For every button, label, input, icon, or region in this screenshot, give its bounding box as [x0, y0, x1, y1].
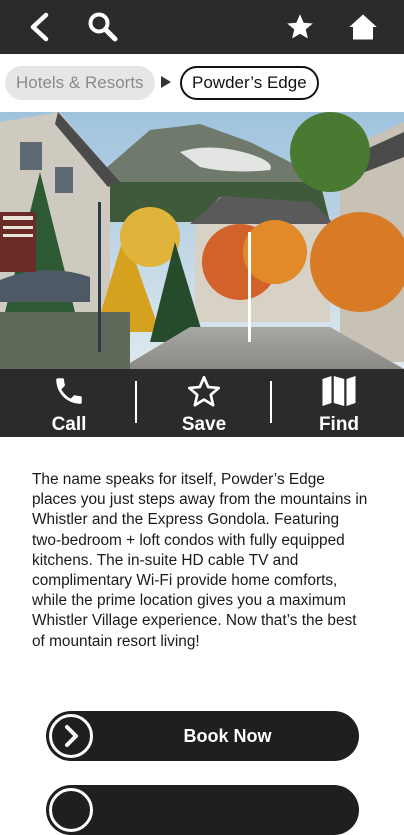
find-button[interactable]: Find — [284, 369, 394, 437]
secondary-button-icon-circle — [49, 788, 93, 832]
breadcrumb: Hotels & Resorts Powder’s Edge — [0, 54, 404, 112]
breadcrumb-separator-icon — [161, 76, 171, 88]
star-outline-icon — [187, 375, 221, 407]
home-icon — [349, 14, 377, 40]
save-button[interactable]: Save — [149, 369, 259, 437]
chevron-right-icon — [65, 725, 78, 747]
book-now-label: Book Now — [183, 726, 272, 746]
find-label: Find — [318, 414, 360, 435]
search-icon — [88, 12, 118, 42]
favorites-button[interactable] — [279, 6, 321, 48]
divider — [270, 381, 272, 423]
secondary-button[interactable] — [46, 785, 359, 835]
breadcrumb-current: Powder’s Edge — [180, 66, 319, 100]
save-label: Save — [181, 414, 227, 435]
resort-village-image — [0, 112, 404, 369]
action-bar: Call Save Find — [0, 369, 404, 437]
star-icon — [287, 14, 313, 39]
book-now-icon-circle — [49, 714, 93, 758]
home-button[interactable] — [342, 6, 384, 48]
call-button[interactable]: Call — [14, 369, 124, 437]
book-now-button[interactable]: Book Now — [46, 711, 359, 761]
call-label: Call — [51, 414, 87, 435]
property-description: The name speaks for itself, Powder’s Edg… — [32, 471, 368, 650]
top-app-bar — [0, 0, 404, 54]
breadcrumb-parent-link[interactable]: Hotels & Resorts — [5, 66, 155, 100]
hero-photo — [0, 112, 404, 369]
chevron-left-icon — [30, 12, 49, 42]
map-icon — [322, 376, 356, 406]
search-button[interactable] — [82, 6, 124, 48]
phone-icon — [56, 378, 82, 404]
back-button[interactable] — [18, 6, 60, 48]
divider — [135, 381, 137, 423]
